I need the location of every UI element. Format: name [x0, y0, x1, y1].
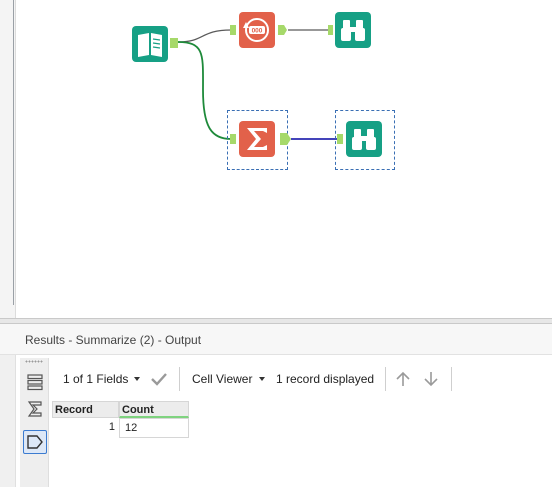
table-view-button[interactable] [23, 370, 47, 394]
output-anchor[interactable] [278, 25, 287, 35]
arrow-down-icon[interactable] [423, 370, 439, 388]
column-header-record[interactable]: Record [52, 401, 119, 418]
table-rows-icon [27, 374, 43, 391]
results-header: Results - Summarize (2) - Output [0, 324, 552, 355]
tag-icon [27, 435, 43, 449]
book-icon [132, 26, 178, 62]
binoculars-icon [328, 12, 371, 48]
input-anchor[interactable] [328, 25, 333, 35]
browse-tool-2[interactable] [337, 121, 385, 157]
record-cell[interactable]: 1 [52, 418, 119, 438]
svg-text:000: 000 [252, 28, 263, 35]
record-count-status: 1 record displayed [276, 372, 375, 386]
output-anchor[interactable] [280, 133, 291, 145]
summarize-tool[interactable] [230, 121, 292, 157]
fields-selector[interactable]: 1 of 1 Fields [63, 372, 128, 386]
record-id-tool[interactable]: 000 [230, 12, 288, 48]
input-anchor[interactable] [230, 25, 236, 35]
results-title: Results - Summarize (2) - Output [25, 333, 202, 347]
connector-input-to-summarize[interactable] [177, 41, 232, 140]
messages-view-button[interactable] [23, 430, 47, 454]
input-data-tool[interactable] [132, 26, 178, 62]
input-anchor[interactable] [230, 134, 236, 144]
workflow-canvas[interactable]: 000 [0, 0, 552, 318]
connector-input-to-recordid[interactable] [177, 29, 232, 43]
drag-grip-icon[interactable] [25, 360, 43, 363]
arrow-up-icon[interactable] [395, 370, 411, 388]
results-left-strip [0, 355, 16, 487]
output-anchor[interactable] [170, 38, 178, 48]
count-cell[interactable]: 12 [119, 418, 189, 438]
sigma-icon [27, 401, 42, 417]
input-anchor[interactable] [337, 134, 343, 144]
binoculars-icon [337, 121, 382, 157]
column-header-count[interactable]: Count [119, 401, 189, 418]
fields-dropdown-icon[interactable] [134, 377, 140, 381]
sigma-icon [230, 121, 291, 157]
toolbar-separator [451, 367, 452, 391]
toolbar-separator [385, 367, 386, 391]
cell-viewer-selector[interactable]: Cell Viewer [192, 372, 252, 386]
metadata-view-button[interactable] [23, 397, 47, 421]
browse-tool-1[interactable] [328, 12, 372, 48]
cell-viewer-dropdown-icon[interactable] [259, 377, 265, 381]
toolbar-separator [179, 367, 180, 391]
counter-icon: 000 [230, 12, 287, 48]
checkmark-icon[interactable] [150, 371, 168, 387]
